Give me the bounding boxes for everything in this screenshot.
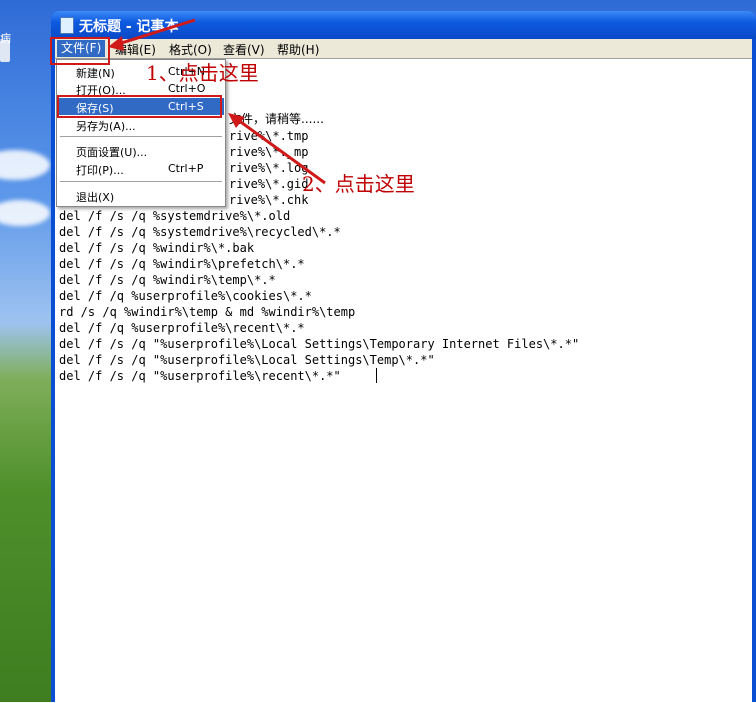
- title-bar[interactable]: 无标题 - 记事本: [51, 11, 756, 39]
- menu-format[interactable]: 格式(O): [169, 41, 212, 58]
- menu-edit[interactable]: 编辑(E): [115, 41, 156, 58]
- menu-item-label: 新建(N): [76, 67, 115, 80]
- highlight-box-file: [50, 37, 110, 65]
- editor-line: del /f /s /q "%userprofile%\Local Settin…: [59, 353, 435, 367]
- editor-line: rive%\*.tmp: [229, 129, 309, 143]
- editor-line: rd /s /q %windir%\temp & md %windir%\tem…: [59, 305, 356, 319]
- editor-line: del /f /s /q %systemdrive%\recycled\*.*: [59, 225, 341, 239]
- cloud: [0, 200, 50, 226]
- annotation-step1: 1、点击这里: [146, 61, 259, 85]
- editor-line: del /f /s /q "%userprofile%\recent\*.*": [59, 369, 341, 383]
- menu-item-label: 页面设置(U)...: [76, 146, 148, 159]
- menu-bar: 文件(F) 编辑(E) 格式(O) 查看(V) 帮助(H): [55, 39, 752, 58]
- annotation-step2: 2、点击这里: [302, 172, 415, 196]
- menu-item-shortcut: Ctrl+P: [168, 162, 204, 175]
- editor-line: del /f /s /q %windir%\temp\*.*: [59, 273, 276, 287]
- menu-separator: [60, 181, 222, 182]
- editor-line: del /f /q %userprofile%\recent\*.*: [59, 321, 305, 335]
- editor-line: del /f /s /q %windir%\prefetch\*.*: [59, 257, 305, 271]
- editor-line: rive%\*.gid: [229, 177, 309, 191]
- menu-item-print[interactable]: 打印(P)... Ctrl+P: [58, 160, 224, 177]
- editor-line: del /f /s /q %windir%\*.bak: [59, 241, 255, 255]
- menu-item-page-setup[interactable]: 页面设置(U)...: [58, 142, 224, 159]
- editor-line: rive%\*._mp: [229, 145, 309, 159]
- menu-help[interactable]: 帮助(H): [277, 41, 319, 58]
- desktop-icon-label: 病: [0, 32, 11, 45]
- menu-item-save-as[interactable]: 另存为(A)...: [58, 116, 224, 133]
- menu-item-label: 退出(X): [76, 191, 115, 204]
- text-cursor: [376, 368, 377, 383]
- editor-line: rive%\*.chk: [229, 193, 309, 207]
- editor-line: rive%\*.log: [229, 161, 309, 175]
- menu-item-exit[interactable]: 退出(X): [58, 187, 224, 204]
- menu-item-label: 另存为(A)...: [76, 120, 136, 133]
- editor-line: 文件，请稍等......: [229, 112, 324, 126]
- watermark-logo: Baidu经验: [578, 639, 714, 669]
- editor-line: del /f /s /q %systemdrive%\*.old: [59, 209, 291, 223]
- window-title: 无标题 - 记事本: [79, 19, 179, 35]
- highlight-box-save: [57, 95, 222, 118]
- menu-view[interactable]: 查看(V): [223, 41, 265, 58]
- notepad-icon: [60, 17, 74, 34]
- watermark-url: jingyan.baidu.com: [580, 670, 691, 684]
- menu-separator: [60, 136, 222, 137]
- cloud: [0, 150, 50, 180]
- editor-line: del /f /s /q "%userprofile%\Local Settin…: [59, 337, 580, 351]
- menu-item-label: 打印(P)...: [76, 164, 124, 177]
- editor-line: del /f /q %userprofile%\cookies\*.*: [59, 289, 312, 303]
